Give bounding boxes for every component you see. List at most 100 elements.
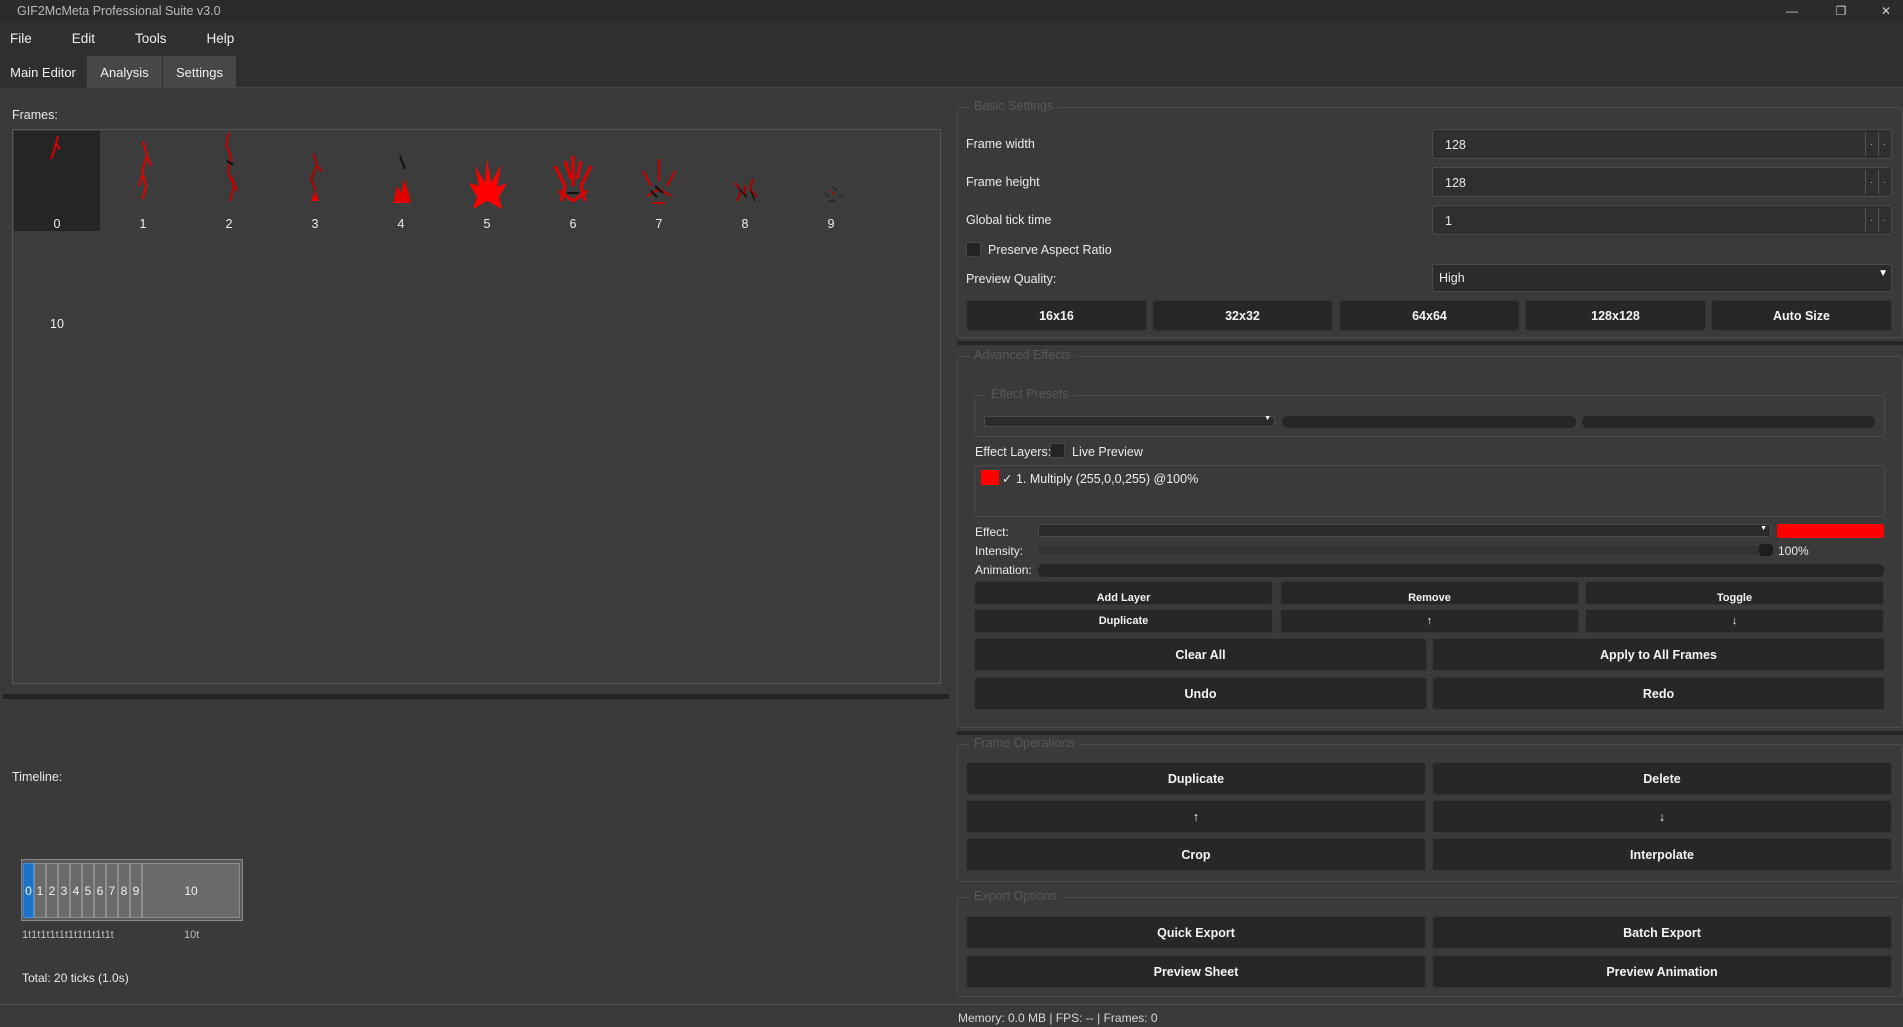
undo-button[interactable]: Undo xyxy=(974,677,1427,710)
spin-down-icon[interactable]: · xyxy=(1865,170,1877,194)
effect-select[interactable]: ▼ xyxy=(1038,524,1771,537)
live-preview-checkbox[interactable] xyxy=(1050,443,1065,458)
menu-help[interactable]: Help xyxy=(197,31,253,46)
frame-thumbnail[interactable]: 6 xyxy=(530,131,616,231)
status-bar: Memory: 0.0 MB | FPS: -- | Frames: 0 xyxy=(958,1011,1158,1025)
live-preview-label: Live Preview xyxy=(1072,445,1143,459)
timeline-block[interactable]: 9 xyxy=(130,863,142,918)
tab-analysis[interactable]: Analysis xyxy=(87,56,162,88)
save-preset-button[interactable] xyxy=(1282,416,1576,428)
frame-number: 1 xyxy=(139,217,147,231)
spin-up-icon[interactable]: · xyxy=(1878,208,1890,232)
intensity-label: Intensity: xyxy=(975,544,1024,558)
timeline-block[interactable]: 6 xyxy=(94,863,106,918)
frame-thumbnail[interactable]: 8 xyxy=(702,131,788,231)
frame-height-spinbox[interactable]: 128 · · xyxy=(1432,167,1892,197)
tab-settings[interactable]: Settings xyxy=(163,56,236,88)
interpolate-button[interactable]: Interpolate xyxy=(1432,838,1892,871)
timeline-block[interactable]: 4 xyxy=(70,863,82,918)
batch-export-button[interactable]: Batch Export xyxy=(1432,916,1892,949)
preview-quality-select[interactable]: High ▼ xyxy=(1432,264,1892,292)
spin-up-icon[interactable]: · xyxy=(1878,132,1890,156)
move-frame-up-button[interactable]: ↑ xyxy=(966,800,1426,833)
preview-quality-label: Preview Quality: xyxy=(966,272,1057,286)
layer-item[interactable]: ✓ 1. Multiply (255,0,0,255) @100% xyxy=(1002,471,1198,486)
frame-thumbnail[interactable]: 10 xyxy=(14,231,100,331)
frame-number: 0 xyxy=(53,217,61,231)
frame-thumbnail[interactable]: 1 xyxy=(100,131,186,231)
preserve-aspect-checkbox[interactable] xyxy=(966,242,981,257)
duplicate-layer-button[interactable]: Duplicate xyxy=(974,609,1273,633)
spin-down-icon[interactable]: · xyxy=(1865,132,1877,156)
preserve-aspect-label: Preserve Aspect Ratio xyxy=(988,243,1112,257)
spin-up-icon[interactable]: · xyxy=(1878,170,1890,194)
title-bar: GIF2McMeta Professional Suite v3.0 — ❐ ✕ xyxy=(0,0,1903,22)
move-layer-down-button[interactable]: ↓ xyxy=(1585,609,1884,633)
frame-thumbnail[interactable]: 0 xyxy=(14,131,100,231)
remove-layer-button[interactable]: Remove xyxy=(1280,581,1579,605)
panel-splitter[interactable] xyxy=(3,694,949,699)
size-16-button[interactable]: 16x16 xyxy=(966,300,1147,331)
timeline-last-tick: 10t xyxy=(184,929,200,941)
load-preset-button[interactable] xyxy=(1582,416,1875,428)
frame-thumbnail[interactable]: 2 xyxy=(186,131,272,231)
advanced-effects-title: Advanced Effects xyxy=(970,348,1076,362)
timeline-ticks: 1t1t1t1t1t1t1t1t1t1t xyxy=(22,929,114,941)
frame-image xyxy=(824,186,844,202)
effect-color-button[interactable] xyxy=(1777,524,1884,538)
auto-size-button[interactable]: Auto Size xyxy=(1711,300,1892,331)
timeline-block[interactable]: 8 xyxy=(118,863,130,918)
frame-thumbnail[interactable]: 7 xyxy=(616,131,702,231)
frame-width-spinbox[interactable]: 128 · · xyxy=(1432,129,1892,159)
intensity-slider[interactable] xyxy=(1038,544,1773,556)
tick-time-value: 1 xyxy=(1445,214,1452,228)
chevron-down-icon: ▼ xyxy=(1264,415,1271,422)
crop-button[interactable]: Crop xyxy=(966,838,1426,871)
move-layer-up-button[interactable]: ↑ xyxy=(1280,609,1579,633)
frame-image xyxy=(138,140,152,200)
timeline-total: Total: 20 ticks (1.0s) xyxy=(22,971,129,985)
frame-thumbnail[interactable]: 4 xyxy=(358,131,444,231)
size-64-button[interactable]: 64x64 xyxy=(1339,300,1520,331)
slider-handle[interactable] xyxy=(1759,544,1773,556)
frame-image xyxy=(642,159,676,204)
effect-layers-label: Effect Layers: xyxy=(975,445,1052,459)
tab-main-editor[interactable]: Main Editor xyxy=(0,56,86,88)
tab-bar: Main Editor Analysis Settings xyxy=(0,54,1903,88)
size-128-button[interactable]: 128x128 xyxy=(1525,300,1706,331)
frame-thumbnail[interactable]: 5 xyxy=(444,131,530,231)
add-layer-button[interactable]: Add Layer xyxy=(974,581,1273,605)
duplicate-frame-button[interactable]: Duplicate xyxy=(966,762,1426,795)
timeline-block[interactable]: 0 xyxy=(23,863,34,918)
clear-all-button[interactable]: Clear All xyxy=(974,638,1427,671)
quick-export-button[interactable]: Quick Export xyxy=(966,916,1426,949)
menu-edit[interactable]: Edit xyxy=(62,31,113,46)
frame-thumbnail[interactable]: 9 xyxy=(788,131,874,231)
animation-select[interactable] xyxy=(1038,564,1884,577)
close-icon[interactable]: ✕ xyxy=(1866,0,1903,22)
redo-button[interactable]: Redo xyxy=(1432,677,1885,710)
timeline-block[interactable]: 7 xyxy=(106,863,118,918)
tick-time-spinbox[interactable]: 1 · · xyxy=(1432,205,1892,235)
frame-number: 6 xyxy=(569,217,577,231)
restore-icon[interactable]: ❐ xyxy=(1821,0,1861,22)
toggle-layer-button[interactable]: Toggle xyxy=(1585,581,1884,605)
timeline-block[interactable]: 3 xyxy=(58,863,70,918)
timeline-block[interactable]: 10 xyxy=(142,863,240,918)
preview-animation-button[interactable]: Preview Animation xyxy=(1432,955,1892,988)
apply-all-frames-button[interactable]: Apply to All Frames xyxy=(1432,638,1885,671)
menu-tools[interactable]: Tools xyxy=(125,31,185,46)
timeline-block[interactable]: 1 xyxy=(34,863,46,918)
effect-presets-title: Effect Presets xyxy=(987,387,1073,401)
move-frame-down-button[interactable]: ↓ xyxy=(1432,800,1892,833)
minimize-icon[interactable]: — xyxy=(1772,0,1812,22)
timeline-block[interactable]: 5 xyxy=(82,863,94,918)
delete-frame-button[interactable]: Delete xyxy=(1432,762,1892,795)
effect-preset-select[interactable]: ▼ xyxy=(984,415,1275,427)
frame-thumbnail[interactable]: 3 xyxy=(272,131,358,231)
spin-down-icon[interactable]: · xyxy=(1865,208,1877,232)
size-32-button[interactable]: 32x32 xyxy=(1152,300,1333,331)
timeline-block[interactable]: 2 xyxy=(46,863,58,918)
menu-file[interactable]: File xyxy=(0,31,50,46)
preview-sheet-button[interactable]: Preview Sheet xyxy=(966,955,1426,988)
